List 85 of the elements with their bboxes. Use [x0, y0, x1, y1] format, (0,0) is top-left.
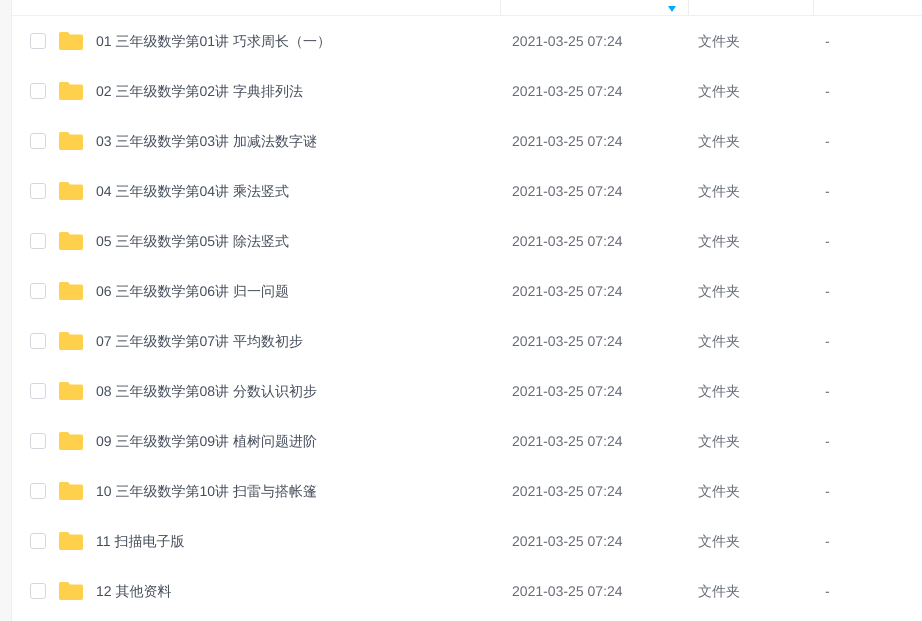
- file-name[interactable]: 06 三年级数学第06讲 归一问题: [96, 280, 289, 302]
- file-size: -: [824, 382, 831, 400]
- file-row[interactable]: 07 三年级数学第07讲 平均数初步 2021-03-25 07:24 文件夹 -: [12, 316, 922, 366]
- file-type: 文件夹: [697, 432, 741, 450]
- file-type: 文件夹: [697, 132, 741, 150]
- file-row[interactable]: 06 三年级数学第06讲 归一问题 2021-03-25 07:24 文件夹 -: [12, 266, 922, 316]
- file-size: -: [824, 282, 831, 300]
- file-size: -: [824, 132, 831, 150]
- file-row[interactable]: 01 三年级数学第01讲 巧求周长（一） 2021-03-25 07:24 文件夹 -: [12, 16, 922, 66]
- file-row[interactable]: 10 三年级数学第10讲 扫雷与搭帐篷 2021-03-25 07:24 文件夹 -: [12, 466, 922, 516]
- folder-icon: [58, 381, 84, 401]
- file-size: -: [824, 332, 831, 350]
- modified-time: 2021-03-25 07:24: [511, 232, 624, 250]
- file-size: -: [824, 432, 831, 450]
- file-row[interactable]: 12 其他资料 2021-03-25 07:24 文件夹 -: [12, 566, 922, 616]
- file-size: -: [824, 582, 831, 600]
- folder-icon: [58, 81, 84, 101]
- folder-icon: [58, 431, 84, 451]
- file-type: 文件夹: [697, 482, 741, 500]
- file-type: 文件夹: [697, 182, 741, 200]
- file-size: -: [824, 82, 831, 100]
- file-size: -: [824, 232, 831, 250]
- folder-icon: [58, 581, 84, 601]
- folder-icon: [58, 481, 84, 501]
- file-name[interactable]: 07 三年级数学第07讲 平均数初步: [96, 330, 303, 352]
- folder-icon: [58, 531, 84, 551]
- modified-time: 2021-03-25 07:24: [511, 32, 624, 50]
- row-checkbox[interactable]: [30, 583, 46, 599]
- file-row[interactable]: 02 三年级数学第02讲 字典排列法 2021-03-25 07:24 文件夹 -: [12, 66, 922, 116]
- file-type: 文件夹: [697, 532, 741, 550]
- row-checkbox[interactable]: [30, 83, 46, 99]
- file-size: -: [824, 482, 831, 500]
- modified-time: 2021-03-25 07:24: [511, 332, 624, 350]
- file-name[interactable]: 10 三年级数学第10讲 扫雷与搭帐篷: [96, 480, 317, 502]
- file-name[interactable]: 05 三年级数学第05讲 除法竖式: [96, 230, 289, 252]
- file-row[interactable]: 05 三年级数学第05讲 除法竖式 2021-03-25 07:24 文件夹 -: [12, 216, 922, 266]
- file-type: 文件夹: [697, 332, 741, 350]
- row-checkbox[interactable]: [30, 133, 46, 149]
- file-type: 文件夹: [697, 282, 741, 300]
- file-type: 文件夹: [697, 82, 741, 100]
- modified-time: 2021-03-25 07:24: [511, 432, 624, 450]
- modified-time: 2021-03-25 07:24: [511, 282, 624, 300]
- file-name[interactable]: 04 三年级数学第04讲 乘法竖式: [96, 180, 289, 202]
- file-type: 文件夹: [697, 582, 741, 600]
- folder-icon: [58, 331, 84, 351]
- row-checkbox[interactable]: [30, 233, 46, 249]
- file-name[interactable]: 11 扫描电子版: [96, 530, 184, 552]
- row-checkbox[interactable]: [30, 333, 46, 349]
- file-size: -: [824, 182, 831, 200]
- file-row[interactable]: 03 三年级数学第03讲 加减法数字谜 2021-03-25 07:24 文件夹 -: [12, 116, 922, 166]
- modified-time: 2021-03-25 07:24: [511, 382, 624, 400]
- folder-icon: [58, 231, 84, 251]
- folder-icon: [58, 131, 84, 151]
- file-type: 文件夹: [697, 382, 741, 400]
- modified-time: 2021-03-25 07:24: [511, 482, 624, 500]
- modified-time: 2021-03-25 07:24: [511, 82, 624, 100]
- file-name[interactable]: 02 三年级数学第02讲 字典排列法: [96, 80, 303, 102]
- file-size: -: [824, 532, 831, 550]
- modified-time: 2021-03-25 07:24: [511, 582, 624, 600]
- file-name[interactable]: 01 三年级数学第01讲 巧求周长（一）: [96, 30, 331, 52]
- file-name[interactable]: 09 三年级数学第09讲 植树问题进阶: [96, 430, 317, 452]
- file-row[interactable]: 11 扫描电子版 2021-03-25 07:24 文件夹 -: [12, 516, 922, 566]
- modified-time: 2021-03-25 07:24: [511, 182, 624, 200]
- file-row[interactable]: 04 三年级数学第04讲 乘法竖式 2021-03-25 07:24 文件夹 -: [12, 166, 922, 216]
- row-checkbox[interactable]: [30, 483, 46, 499]
- file-type: 文件夹: [697, 232, 741, 250]
- folder-icon: [58, 31, 84, 51]
- folder-icon: [58, 281, 84, 301]
- file-row[interactable]: 08 三年级数学第08讲 分数认识初步 2021-03-25 07:24 文件夹 -: [12, 366, 922, 416]
- row-checkbox[interactable]: [30, 283, 46, 299]
- folder-icon: [58, 181, 84, 201]
- row-checkbox[interactable]: [30, 433, 46, 449]
- file-name[interactable]: 03 三年级数学第03讲 加减法数字谜: [96, 130, 317, 152]
- row-checkbox[interactable]: [30, 33, 46, 49]
- row-checkbox[interactable]: [30, 383, 46, 399]
- row-checkbox[interactable]: [30, 183, 46, 199]
- file-size: -: [824, 32, 831, 50]
- modified-time: 2021-03-25 07:24: [511, 532, 624, 550]
- row-checkbox[interactable]: [30, 533, 46, 549]
- file-row[interactable]: 09 三年级数学第09讲 植树问题进阶 2021-03-25 07:24 文件夹 -: [12, 416, 922, 466]
- modified-time: 2021-03-25 07:24: [511, 132, 624, 150]
- sort-down-icon[interactable]: [668, 6, 676, 12]
- file-name[interactable]: 12 其他资料: [96, 580, 172, 602]
- file-type: 文件夹: [697, 32, 741, 50]
- file-name[interactable]: 08 三年级数学第08讲 分数认识初步: [96, 380, 317, 402]
